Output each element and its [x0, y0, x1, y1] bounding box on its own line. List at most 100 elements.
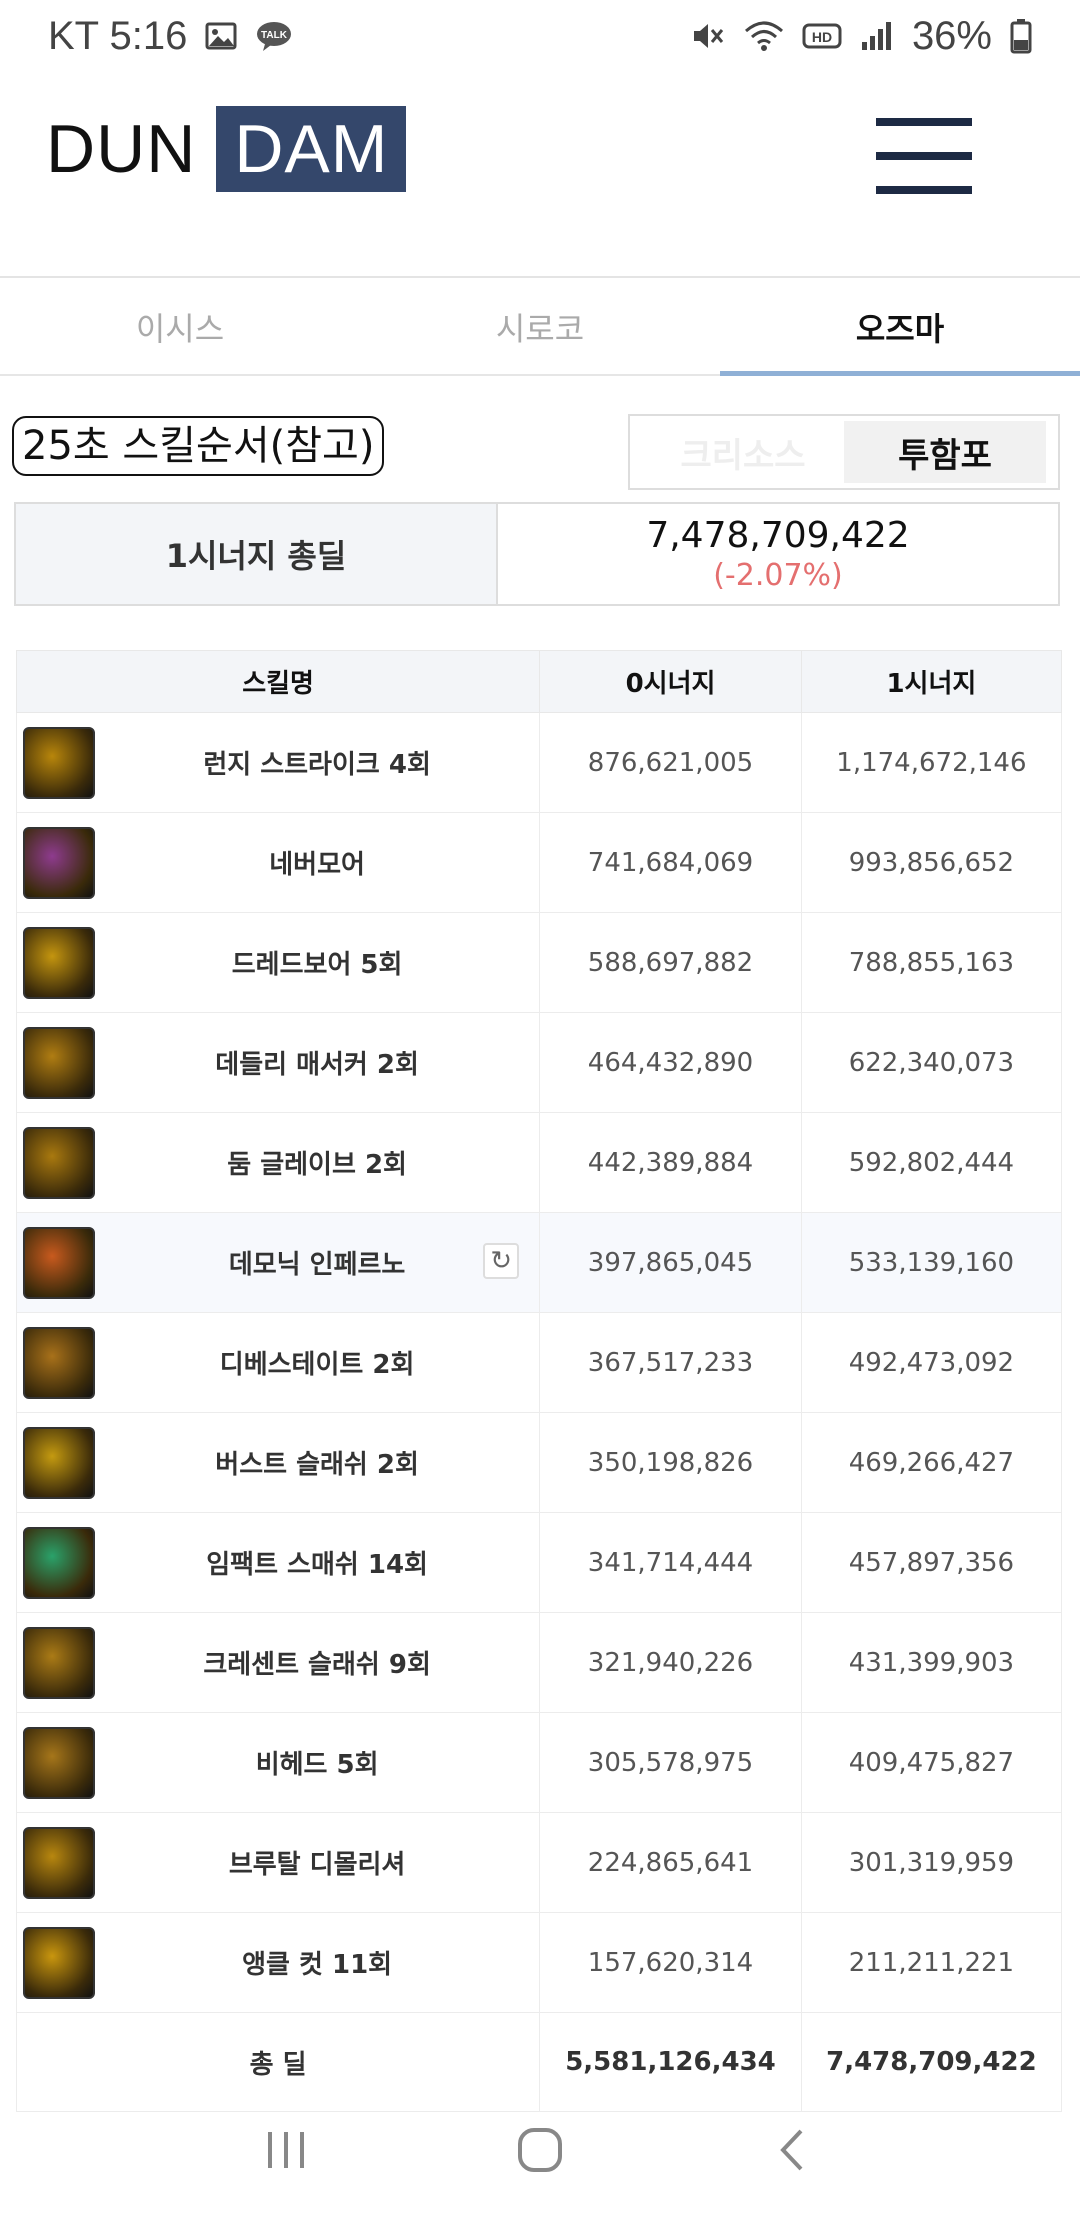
brutal-demolisher-icon — [23, 1826, 95, 1899]
skill-name: 비헤드 5회 — [255, 1750, 379, 1780]
gallery-notification-icon — [205, 22, 237, 50]
table-row: 크레센트 슬래쉬 9회 321,940,226 431,399,903 — [15, 1612, 1063, 1713]
skill-sequence-button[interactable]: 25초 스킬순서(참고) — [12, 416, 385, 476]
crescent-slash-icon — [23, 1626, 95, 1699]
synergy-1-value: 492,473,092 — [800, 1312, 1063, 1413]
battery-icon — [1010, 19, 1032, 54]
table-row: 네버모어 741,684,069 993,856,652 — [15, 812, 1063, 913]
table-row: 디베스테이트 2회 367,517,233 492,473,092 — [15, 1312, 1063, 1413]
toggle-tuhampo[interactable]: 투함포 — [844, 421, 1046, 483]
synergy-0-value: 321,940,226 — [539, 1612, 802, 1713]
skill-name: 네버모어 — [269, 850, 365, 880]
system-navigation-bar — [0, 2080, 1080, 2220]
back-icon[interactable] — [753, 2110, 833, 2190]
synergy-1-value: 993,856,652 — [800, 812, 1063, 913]
synergy-0-value: 341,714,444 — [539, 1512, 802, 1613]
tab-ozma[interactable]: 오즈마 — [720, 280, 1080, 376]
hd-voice-icon: HD — [802, 23, 842, 49]
nevermore-icon — [23, 826, 95, 899]
synergy-0-value: 350,198,826 — [539, 1412, 802, 1513]
synergy-1-value: 1,174,672,146 — [800, 712, 1063, 813]
home-icon[interactable] — [500, 2110, 580, 2190]
impact-smash-icon — [23, 1526, 95, 1599]
dreadbore-icon — [23, 926, 95, 999]
table-header-row: 스킬명 0시너지 1시너지 — [15, 650, 1063, 713]
devastate-icon — [23, 1326, 95, 1399]
synergy-total-box: 1시너지 총딜 7,478,709,422 (-2.07%) — [14, 502, 1060, 606]
synergy-0-value: 876,621,005 — [539, 712, 802, 813]
skill-cell: 둠 글레이브 2회 — [15, 1112, 541, 1213]
skill-cell: 앵클 컷 11회 — [15, 1912, 541, 2013]
table-row: 비헤드 5회 305,578,975 409,475,827 — [15, 1712, 1063, 1813]
logo-text-dam: DAM — [216, 106, 407, 192]
wifi-icon — [744, 21, 783, 51]
synergy-1-value: 457,897,356 — [800, 1512, 1063, 1613]
skill-cell: 임팩트 스매쉬 14회 — [15, 1512, 541, 1613]
table-row: 데모닉 인페르노 ↻ 397,865,045 533,139,160 — [15, 1212, 1063, 1313]
skill-cell: 디베스테이트 2회 — [15, 1312, 541, 1413]
tab-isis[interactable]: 이시스 — [0, 280, 360, 374]
signal-icon — [861, 22, 891, 50]
skill-name: 앵클 컷 11회 — [242, 1950, 393, 1980]
synergy-1-value: 469,266,427 — [800, 1412, 1063, 1513]
kakaotalk-notification-icon: TALK — [257, 22, 292, 51]
skill-name: 드레드보어 5회 — [231, 950, 403, 980]
skill-name: 런지 스트라이크 4회 — [203, 750, 431, 780]
table-row: 앵클 컷 11회 157,620,314 211,211,221 — [15, 1912, 1063, 2013]
synergy-0-value: 157,620,314 — [539, 1912, 802, 2013]
skill-cell: 비헤드 5회 — [15, 1712, 541, 1813]
site-header: DUN DAM — [0, 72, 1080, 278]
skill-name: 데들리 매서커 2회 — [215, 1050, 419, 1080]
hamburger-menu-icon[interactable] — [876, 118, 972, 194]
skill-name: 버스트 슬래쉬 2회 — [215, 1450, 419, 1480]
synergy-1-value: 301,319,959 — [800, 1812, 1063, 1913]
synergy-1-value: 788,855,163 — [800, 912, 1063, 1013]
skill-name: 크레센트 슬래쉬 9회 — [203, 1650, 431, 1680]
synergy-0-value: 464,432,890 — [539, 1012, 802, 1113]
status-bar: KT 5:16 TALK HD 36% — [0, 0, 1080, 72]
synergy-1-value: 409,475,827 — [800, 1712, 1063, 1813]
skill-sequence-bar: 25초 스킬순서(참고) 크리소스 투함포 — [0, 410, 1080, 490]
skill-name: 디베스테이트 2회 — [219, 1350, 415, 1380]
skill-name: 데모닉 인페르노 — [228, 1250, 406, 1280]
table-row: 드레드보어 5회 588,697,882 788,855,163 — [15, 912, 1063, 1013]
lunge-strike-icon — [23, 726, 95, 799]
synergy-0-value: 305,578,975 — [539, 1712, 802, 1813]
ankle-cut-icon — [23, 1926, 95, 1999]
skill-name: 브루탈 디몰리셔 — [228, 1850, 406, 1880]
mute-icon — [693, 24, 724, 48]
behead-icon — [23, 1726, 95, 1799]
skill-cell: 브루탈 디몰리셔 — [15, 1812, 541, 1913]
synergy-total-label: 1시너지 총딜 — [16, 504, 498, 604]
recent-apps-icon[interactable] — [247, 2110, 327, 2190]
synergy-1-value: 211,211,221 — [800, 1912, 1063, 2013]
refresh-icon[interactable]: ↻ — [483, 1243, 520, 1279]
skill-name: 임팩트 스매쉬 14회 — [206, 1550, 428, 1580]
synergy-0-value: 442,389,884 — [539, 1112, 802, 1213]
skill-cell: 데들리 매서커 2회 — [15, 1012, 541, 1113]
svg-text:TALK: TALK — [261, 30, 288, 41]
skill-cell: 드레드보어 5회 — [15, 912, 541, 1013]
burst-slash-icon — [23, 1426, 95, 1499]
table-row: 런지 스트라이크 4회 876,621,005 1,174,672,146 — [15, 712, 1063, 813]
skill-damage-table: 스킬명 0시너지 1시너지 런지 스트라이크 4회 876,621,005 1,17… — [15, 650, 1063, 2112]
deadly-massacre-icon — [23, 1026, 95, 1099]
table-row: 임팩트 스매쉬 14회 341,714,444 457,897,356 — [15, 1512, 1063, 1613]
synergy-total-value: 7,478,709,422 — [646, 515, 910, 556]
synergy-0-value: 741,684,069 — [539, 812, 802, 913]
skill-name: 둠 글레이브 2회 — [227, 1150, 407, 1180]
header-synergy-0: 0시너지 — [539, 650, 802, 713]
tab-sirocco[interactable]: 시로코 — [360, 280, 720, 374]
toggle-chrisos[interactable]: 크리소스 — [642, 421, 844, 483]
logo-text-dun: DUN — [46, 111, 197, 187]
synergy-0-value: 224,865,641 — [539, 1812, 802, 1913]
synergy-1-value: 592,802,444 — [800, 1112, 1063, 1213]
table-row: 둠 글레이브 2회 442,389,884 592,802,444 — [15, 1112, 1063, 1213]
dundam-logo[interactable]: DUN DAM — [46, 106, 407, 192]
synergy-0-value: 588,697,882 — [539, 912, 802, 1013]
demonic-inferno-icon — [23, 1226, 95, 1299]
synergy-1-value: 622,340,073 — [800, 1012, 1063, 1113]
table-row: 데들리 매서커 2회 464,432,890 622,340,073 — [15, 1012, 1063, 1113]
header-synergy-1: 1시너지 — [800, 650, 1063, 713]
svg-text:HD: HD — [812, 29, 832, 45]
